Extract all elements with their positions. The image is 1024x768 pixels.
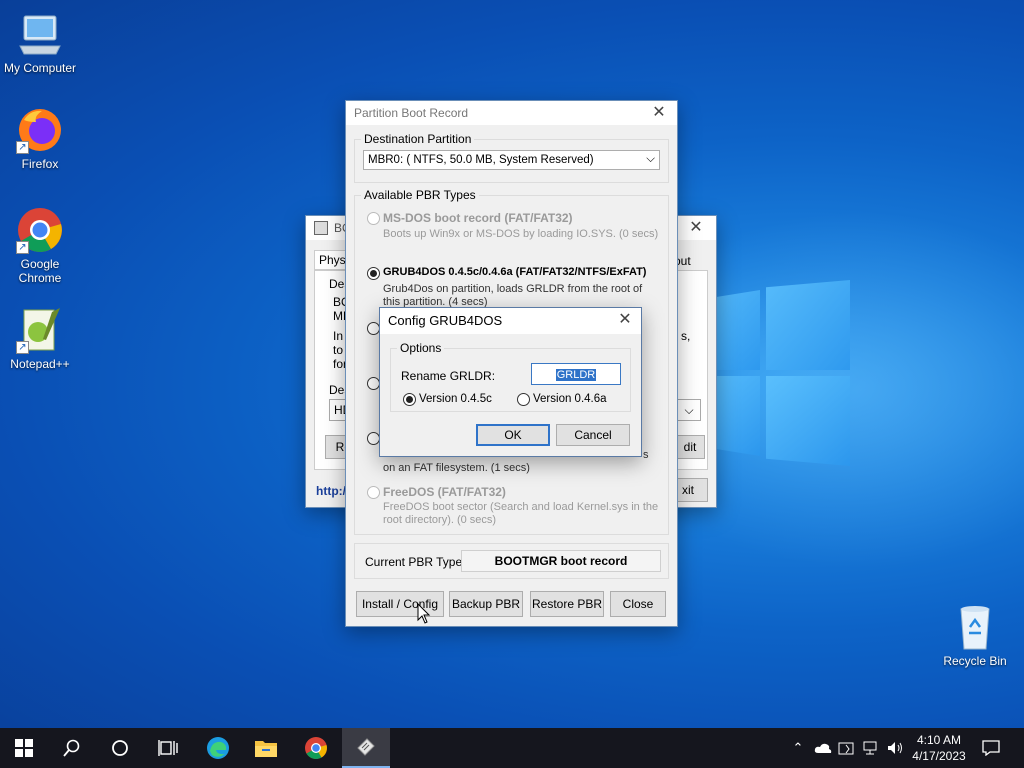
edit-button[interactable]: dit [675, 435, 705, 459]
close-icon[interactable]: ✕ [615, 310, 635, 330]
grub4dos-radio[interactable] [367, 267, 380, 280]
pbr-type-desc: Grub4Dos on partition, loads GRLDR from … [383, 283, 643, 295]
network-icon[interactable] [860, 728, 882, 768]
folder-icon [255, 741, 277, 757]
grub4dos-config-dialog[interactable]: Config GRUB4DOS ✕ Options Rename GRLDR: … [379, 307, 642, 457]
windows-logo-wallpaper [700, 280, 850, 480]
desc-text: s, [681, 329, 691, 343]
windows-start-icon [15, 739, 33, 757]
pbr-type-desc: s [643, 449, 649, 461]
cortana-icon [112, 740, 128, 756]
desktop-icon-label: Google Chrome [18, 257, 62, 285]
close-icon[interactable]: ✕ [686, 218, 706, 238]
pbr-type-desc: Boots up Win9x or MS-DOS by loading IO.S… [383, 228, 659, 240]
desktop-icon-label: Firefox [21, 157, 59, 171]
edge-icon [207, 737, 229, 759]
volume-icon[interactable] [884, 728, 906, 768]
chevron-down-icon[interactable]: ⌵ [677, 399, 701, 421]
chrome-icon: ↗ [16, 206, 64, 254]
shortcut-arrow-icon: ↗ [16, 241, 29, 254]
grub4dos-titlebar: Config GRUB4DOS ✕ [380, 308, 641, 332]
bootice-icon [357, 738, 375, 756]
start-button[interactable] [0, 728, 48, 768]
desktop-icon-label: My Computer [3, 61, 77, 75]
search-button[interactable] [48, 728, 96, 768]
current-pbr-group: Current PBR Type: BOOTMGR boot record [354, 543, 669, 579]
desktop-icon-notepadpp[interactable]: ↗ Notepad++ [0, 306, 80, 371]
clock[interactable]: 4:10 AM 4/17/2023 [906, 728, 972, 768]
ok-button[interactable]: OK [476, 424, 550, 446]
options-group: Options Rename GRLDR: GRLDR Version 0.4.… [390, 341, 631, 412]
pbr-type-name: MS-DOS boot record (FAT/FAT32) [383, 211, 573, 225]
restore-pbr-button[interactable]: Restore PBR [530, 591, 604, 617]
shortcut-arrow-icon: ↗ [16, 141, 29, 154]
onedrive-icon[interactable] [812, 728, 834, 768]
taskbar-chrome[interactable] [292, 728, 340, 768]
pbr-type-desc: root directory). (0 secs) [383, 514, 497, 526]
backup-pbr-button[interactable]: Backup PBR [449, 591, 523, 617]
notepadpp-icon: ↗ [16, 306, 64, 354]
msdos-radio[interactable] [367, 212, 380, 225]
desktop-icon-google-chrome[interactable]: ↗ Google Chrome [0, 206, 80, 285]
desktop-icon-label: Notepad++ [10, 357, 70, 371]
desktop-icon-recycle-bin[interactable]: Recycle Bin [935, 603, 1015, 668]
current-pbr-label: Current PBR Type: [365, 555, 466, 569]
shortcut-arrow-icon: ↗ [16, 341, 29, 354]
close-button[interactable]: Close [610, 591, 666, 617]
security-icon[interactable] [836, 728, 858, 768]
cancel-button[interactable]: Cancel [556, 424, 630, 446]
task-view-icon [158, 740, 178, 756]
taskbar-file-explorer[interactable] [242, 728, 290, 768]
pbr-title: Partition Boot Record [354, 106, 469, 120]
close-icon[interactable]: ✕ [649, 103, 669, 123]
dest-partition-group: Destination Partition MBR0: ( NTFS, 50.0… [354, 132, 669, 183]
show-hidden-icons[interactable]: ⌃ [788, 728, 808, 768]
chrome-icon [305, 737, 327, 759]
firefox-icon: ↗ [16, 106, 64, 154]
pbr-type-name: GRUB4DOS 0.4.5c/0.4.6a (FAT/FAT32/NTFS/E… [383, 266, 647, 278]
desc-text: to [333, 343, 344, 357]
version-046a-radio[interactable] [517, 393, 530, 406]
chevron-up-icon: ⌃ [792, 740, 804, 755]
grub4dos-title: Config GRUB4DOS [388, 312, 503, 328]
rename-grldr-label: Rename GRLDR: [401, 369, 496, 383]
desktop-icon-label: Recycle Bin [943, 654, 1007, 668]
version-046a-label: Version 0.4.6a [533, 393, 607, 405]
taskbar: ⌃ 4:10 AM 4/17/2023 [0, 728, 1024, 768]
cortana-button[interactable] [96, 728, 144, 768]
notification-button[interactable] [978, 728, 1004, 768]
options-label: Options [397, 341, 445, 355]
mouse-cursor-icon [417, 603, 431, 624]
recycle-bin-icon [951, 603, 999, 651]
rename-grldr-input[interactable]: GRLDR [531, 363, 621, 385]
search-icon [63, 739, 80, 757]
chevron-down-icon: ⌵ [646, 153, 655, 165]
desktop-icon-firefox[interactable]: ↗ Firefox [0, 106, 80, 171]
task-view-button[interactable] [144, 728, 192, 768]
taskbar-bootice[interactable] [342, 728, 390, 768]
pbr-titlebar: Partition Boot Record ✕ [346, 101, 677, 125]
clock-date: 4/17/2023 [912, 749, 966, 763]
version-045c-label: Version 0.4.5c [419, 393, 492, 405]
current-pbr-value: BOOTMGR boot record [461, 550, 661, 572]
bootice-app-icon [314, 221, 328, 235]
pbr-type-desc: FreeDOS boot sector (Search and load Ker… [383, 501, 659, 513]
dest-partition-label: Destination Partition [361, 132, 475, 146]
pbr-type-desc: on an FAT filesystem. (1 secs) [383, 462, 530, 474]
desc-text: In [333, 329, 344, 343]
desktop-icon-my-computer[interactable]: My Computer [0, 10, 80, 75]
website-link[interactable]: http:/ [316, 484, 346, 498]
version-045c-radio[interactable] [403, 393, 416, 406]
freedos-radio[interactable] [367, 486, 380, 499]
pbr-types-label: Available PBR Types [361, 188, 479, 202]
notification-icon [982, 740, 1000, 756]
pbr-type-name: FreeDOS (FAT/FAT32) [383, 485, 506, 499]
taskbar-edge[interactable] [194, 728, 242, 768]
dest-partition-select[interactable]: MBR0: ( NTFS, 50.0 MB, System Reserved) … [363, 150, 660, 170]
computer-icon [16, 10, 64, 58]
clock-time: 4:10 AM [916, 733, 962, 747]
